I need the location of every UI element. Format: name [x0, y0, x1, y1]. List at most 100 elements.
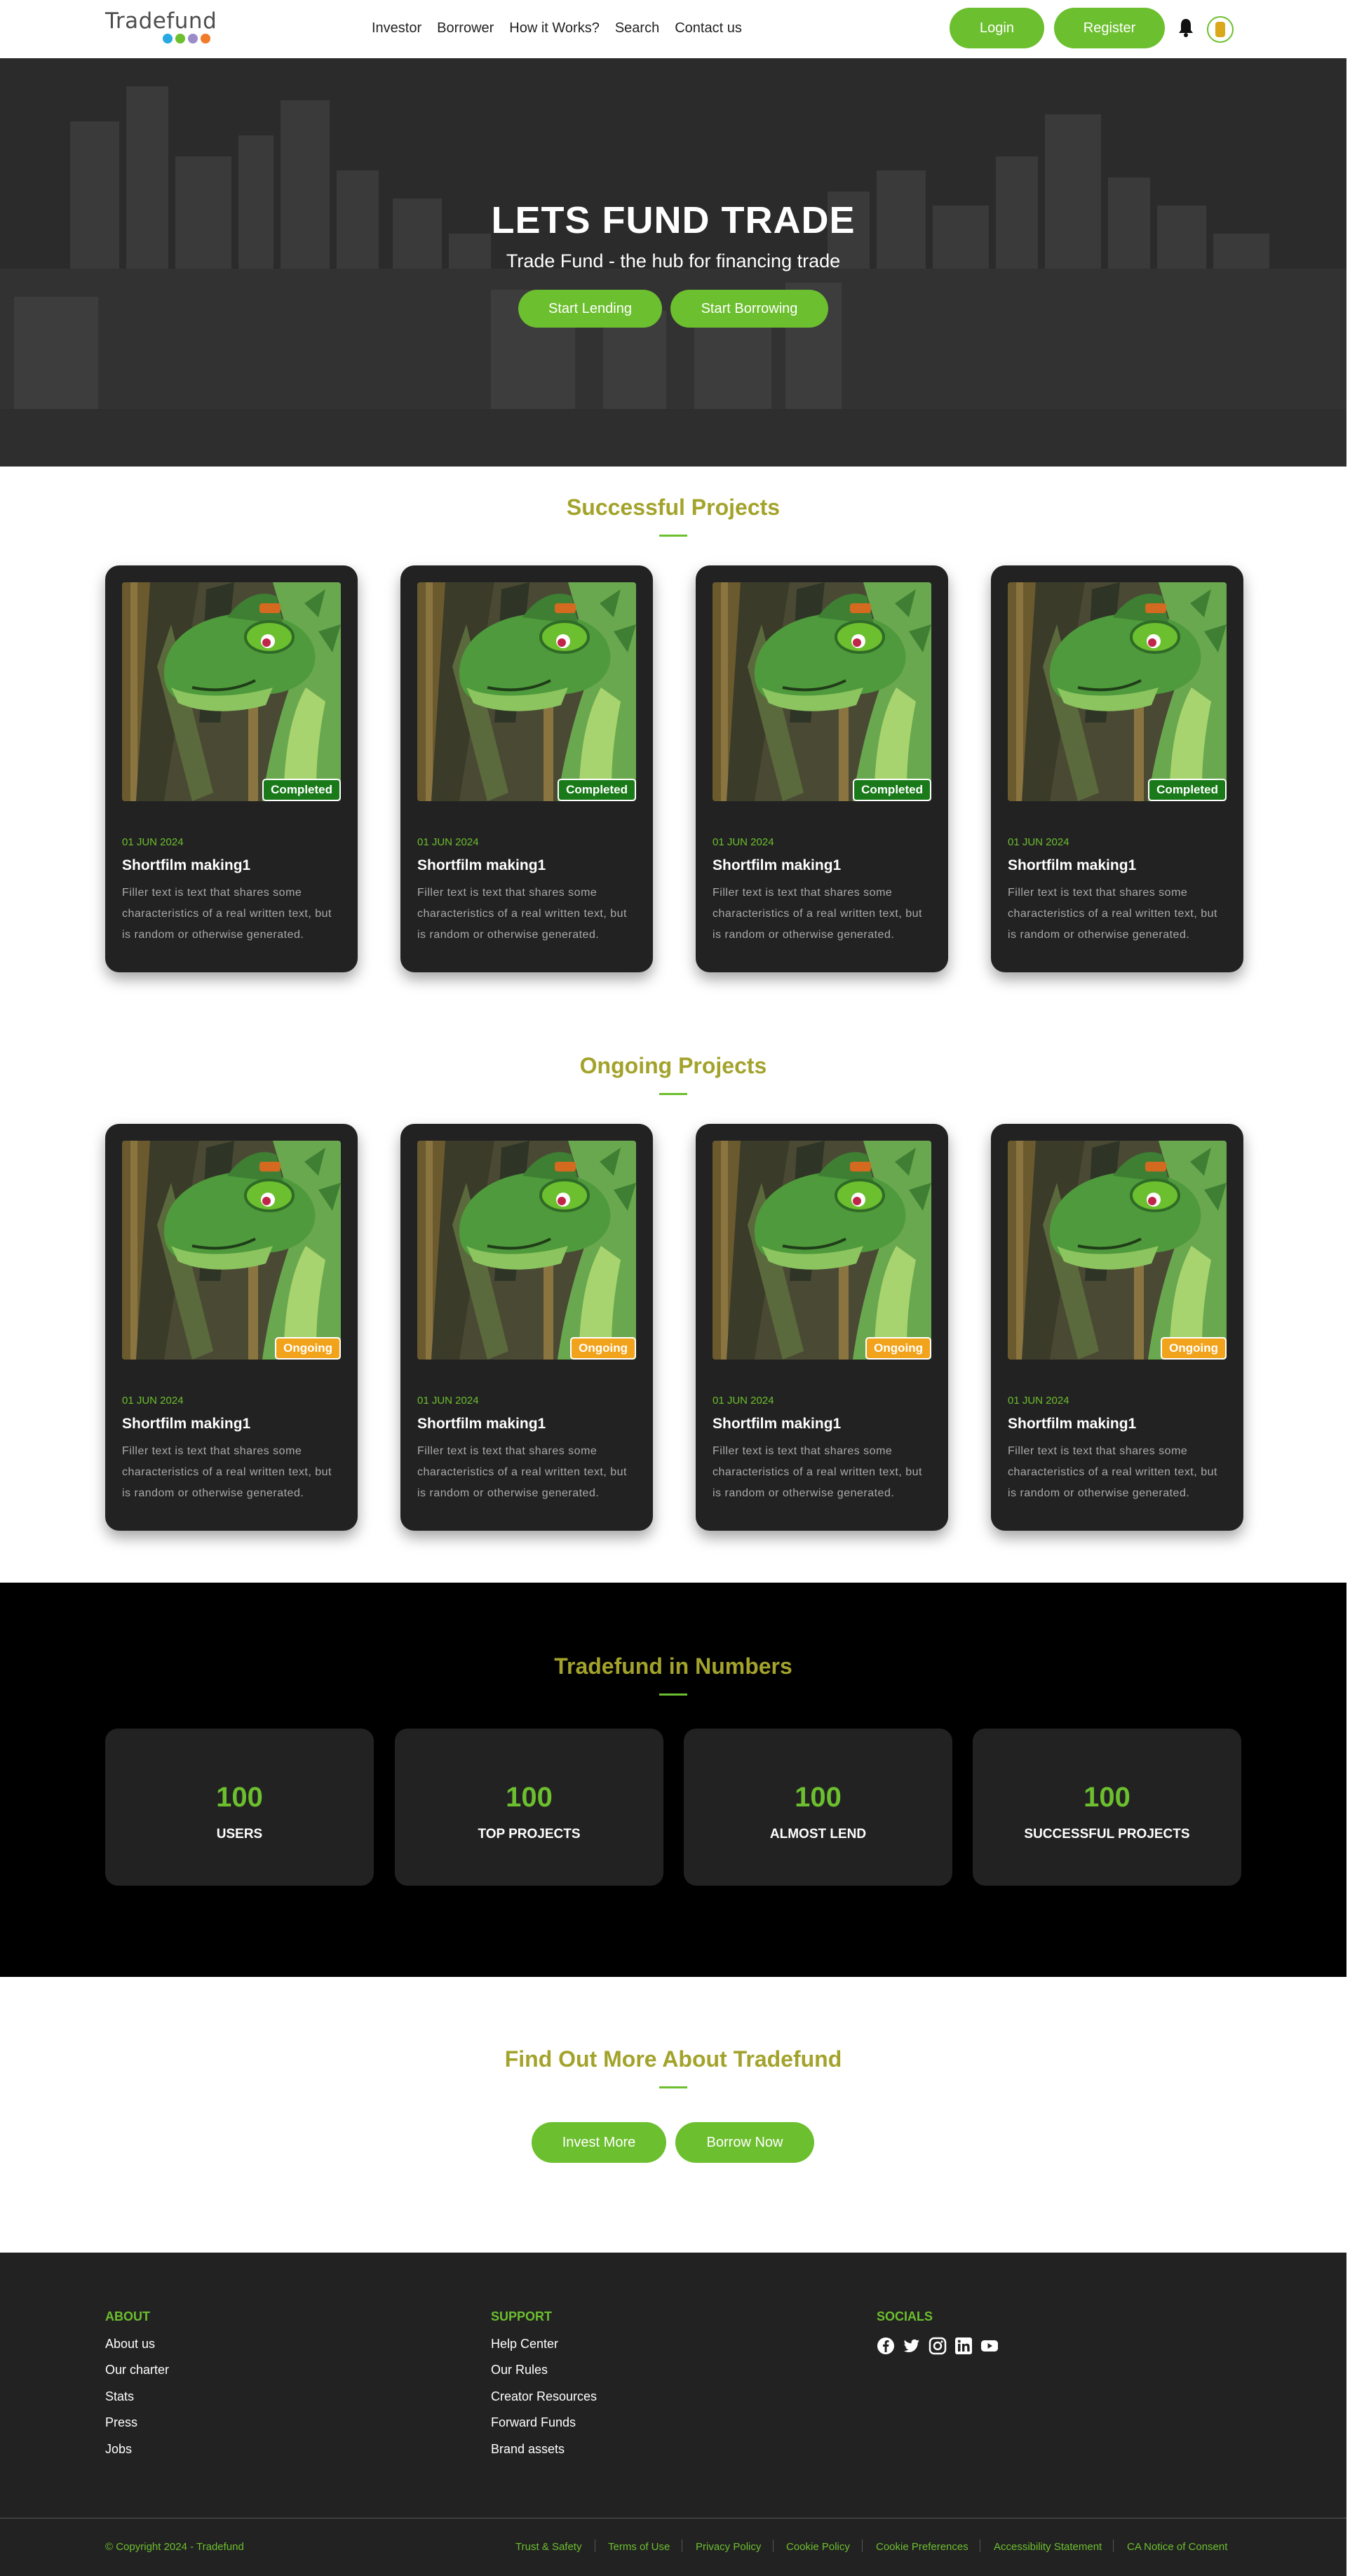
youtube-icon[interactable]: [980, 2337, 999, 2355]
project-date: 01 JUN 2024: [1008, 1395, 1069, 1407]
stat-value: 100: [1083, 1782, 1130, 1813]
project-image: Ongoing: [417, 1141, 636, 1360]
main-nav: Investor Borrower How it Works? Search C…: [372, 20, 742, 36]
footer-link-our-charter[interactable]: Our charter: [105, 2363, 169, 2377]
project-description: Filler text is text that shares some cha…: [713, 1445, 922, 1499]
section-underline: [659, 535, 687, 537]
twitter-icon[interactable]: [903, 2337, 921, 2355]
project-date: 01 JUN 2024: [1008, 836, 1069, 848]
project-description: Filler text is text that shares some cha…: [713, 887, 922, 941]
footer-link-our-rules[interactable]: Our Rules: [491, 2363, 548, 2377]
facebook-icon[interactable]: [877, 2337, 895, 2355]
site-header: Tradefund Investor Borrower How it Works…: [0, 0, 1346, 58]
legal-link-ca-notice[interactable]: CA Notice of Consent: [1127, 2541, 1227, 2553]
footer-link-press[interactable]: Press: [105, 2415, 137, 2430]
instagram-icon[interactable]: [929, 2337, 947, 2355]
borrow-now-button[interactable]: Borrow Now: [675, 2122, 814, 2163]
project-description: Filler text is text that shares some cha…: [1008, 887, 1217, 941]
start-lending-button[interactable]: Start Lending: [518, 290, 662, 328]
login-button[interactable]: Login: [950, 8, 1044, 48]
copyright-text: © Copyright 2024 - Tradefund: [105, 2541, 244, 2553]
project-title: Shortfilm making1: [713, 857, 842, 873]
project-card[interactable]: Completed 01 JUN 2024 Shortfilm making1 Fil…: [400, 565, 653, 972]
project-title: Shortfilm making1: [1008, 1416, 1137, 1432]
nav-investor[interactable]: Investor: [372, 20, 421, 36]
avatar[interactable]: [1207, 16, 1234, 43]
stat-label: TOP PROJECTS: [478, 1827, 581, 1842]
ongoing-projects-title: Ongoing Projects: [579, 1053, 767, 1078]
section-underline: [659, 1093, 687, 1095]
legal-link-trust-safety[interactable]: Trust & Safety: [515, 2541, 581, 2553]
site-footer: [0, 2253, 1346, 2576]
legal-separator: [773, 2540, 774, 2552]
dinosaur-illustration: [713, 582, 931, 801]
project-card[interactable]: Ongoing 01 JUN 2024 Shortfilm making1 Fille…: [400, 1124, 653, 1531]
project-card[interactable]: Ongoing 01 JUN 2024 Shortfilm making1 Fille…: [105, 1124, 358, 1531]
stat-card-almost-lend: 100 ALMOST LEND: [684, 1729, 952, 1886]
project-title: Shortfilm making1: [713, 1416, 842, 1432]
stat-value: 100: [216, 1782, 263, 1813]
stat-label: USERS: [216, 1827, 263, 1842]
invest-more-button[interactable]: Invest More: [532, 2122, 666, 2163]
nav-contact-us[interactable]: Contact us: [675, 20, 742, 36]
footer-link-brand-assets[interactable]: Brand assets: [491, 2442, 565, 2457]
dinosaur-illustration: [417, 1141, 636, 1360]
hero-subtitle: Trade Fund - the hub for financing trade: [506, 250, 841, 271]
project-date: 01 JUN 2024: [417, 1395, 479, 1407]
dinosaur-illustration: [713, 1141, 931, 1360]
status-badge: Completed: [262, 779, 341, 801]
tradefund-logo[interactable]: Tradefund: [105, 8, 217, 49]
status-badge: Completed: [558, 779, 636, 801]
status-badge: Ongoing: [1161, 1337, 1227, 1360]
legal-separator: [862, 2540, 863, 2552]
nav-how-it-works[interactable]: How it Works?: [509, 20, 600, 36]
stat-card-top-projects: 100 TOP PROJECTS: [395, 1729, 663, 1886]
project-title: Shortfilm making1: [417, 1416, 546, 1432]
project-image: Completed: [122, 582, 341, 801]
dinosaur-illustration: [122, 582, 341, 801]
stat-value: 100: [506, 1782, 553, 1813]
project-description: Filler text is text that shares some cha…: [417, 1445, 627, 1499]
stat-card-successful-projects: 100 SUCCESSFUL PROJECTS: [973, 1729, 1241, 1886]
footer-socials-heading: SOCIALS: [877, 2309, 933, 2323]
footer-link-help-center[interactable]: Help Center: [491, 2337, 558, 2352]
project-card[interactable]: Ongoing 01 JUN 2024 Shortfilm making1 Fille…: [991, 1124, 1243, 1531]
project-card[interactable]: Ongoing 01 JUN 2024 Shortfilm making1 Fille…: [696, 1124, 948, 1531]
status-badge: Completed: [853, 779, 931, 801]
footer-link-jobs[interactable]: Jobs: [105, 2442, 132, 2457]
nav-search[interactable]: Search: [615, 20, 659, 36]
legal-link-privacy-policy[interactable]: Privacy Policy: [696, 2541, 761, 2553]
stat-label: ALMOST LEND: [769, 1827, 867, 1842]
project-date: 01 JUN 2024: [122, 836, 184, 848]
project-image: Ongoing: [713, 1141, 931, 1360]
project-image: Ongoing: [122, 1141, 341, 1360]
dinosaur-illustration: [122, 1141, 341, 1360]
legal-link-cookie-preferences[interactable]: Cookie Preferences: [876, 2541, 968, 2553]
logo-dots: [163, 34, 210, 43]
legal-link-terms-of-use[interactable]: Terms of Use: [608, 2541, 670, 2553]
project-image: Completed: [1008, 582, 1227, 801]
footer-link-forward-funds[interactable]: Forward Funds: [491, 2415, 576, 2430]
project-title: Shortfilm making1: [1008, 857, 1137, 873]
footer-link-creator-resources[interactable]: Creator Resources: [491, 2389, 597, 2404]
nav-borrower[interactable]: Borrower: [437, 20, 494, 36]
project-description: Filler text is text that shares some cha…: [417, 887, 627, 941]
legal-link-accessibility-statement[interactable]: Accessibility Statement: [994, 2541, 1102, 2553]
bell-icon[interactable]: [1177, 18, 1194, 37]
project-card[interactable]: Completed 01 JUN 2024 Shortfilm making1 Fil…: [696, 565, 948, 972]
footer-link-about-us[interactable]: About us: [105, 2337, 155, 2352]
dinosaur-illustration: [417, 582, 636, 801]
project-image: Ongoing: [1008, 1141, 1227, 1360]
register-button[interactable]: Register: [1054, 8, 1165, 48]
successful-projects-title: Successful Projects: [566, 495, 781, 520]
project-description: Filler text is text that shares some cha…: [122, 1445, 332, 1499]
project-card[interactable]: Completed 01 JUN 2024 Shortfilm making1 Fil…: [991, 565, 1243, 972]
project-title: Shortfilm making1: [122, 1416, 251, 1432]
project-date: 01 JUN 2024: [713, 1395, 774, 1407]
footer-link-stats[interactable]: Stats: [105, 2389, 134, 2404]
linkedin-icon[interactable]: [954, 2337, 973, 2355]
legal-link-cookie-policy[interactable]: Cookie Policy: [786, 2541, 850, 2553]
project-card[interactable]: Completed 01 JUN 2024 Shortfilm making1 Fil…: [105, 565, 358, 972]
footer-about-heading: ABOUT: [105, 2309, 150, 2323]
start-borrowing-button[interactable]: Start Borrowing: [670, 290, 828, 328]
